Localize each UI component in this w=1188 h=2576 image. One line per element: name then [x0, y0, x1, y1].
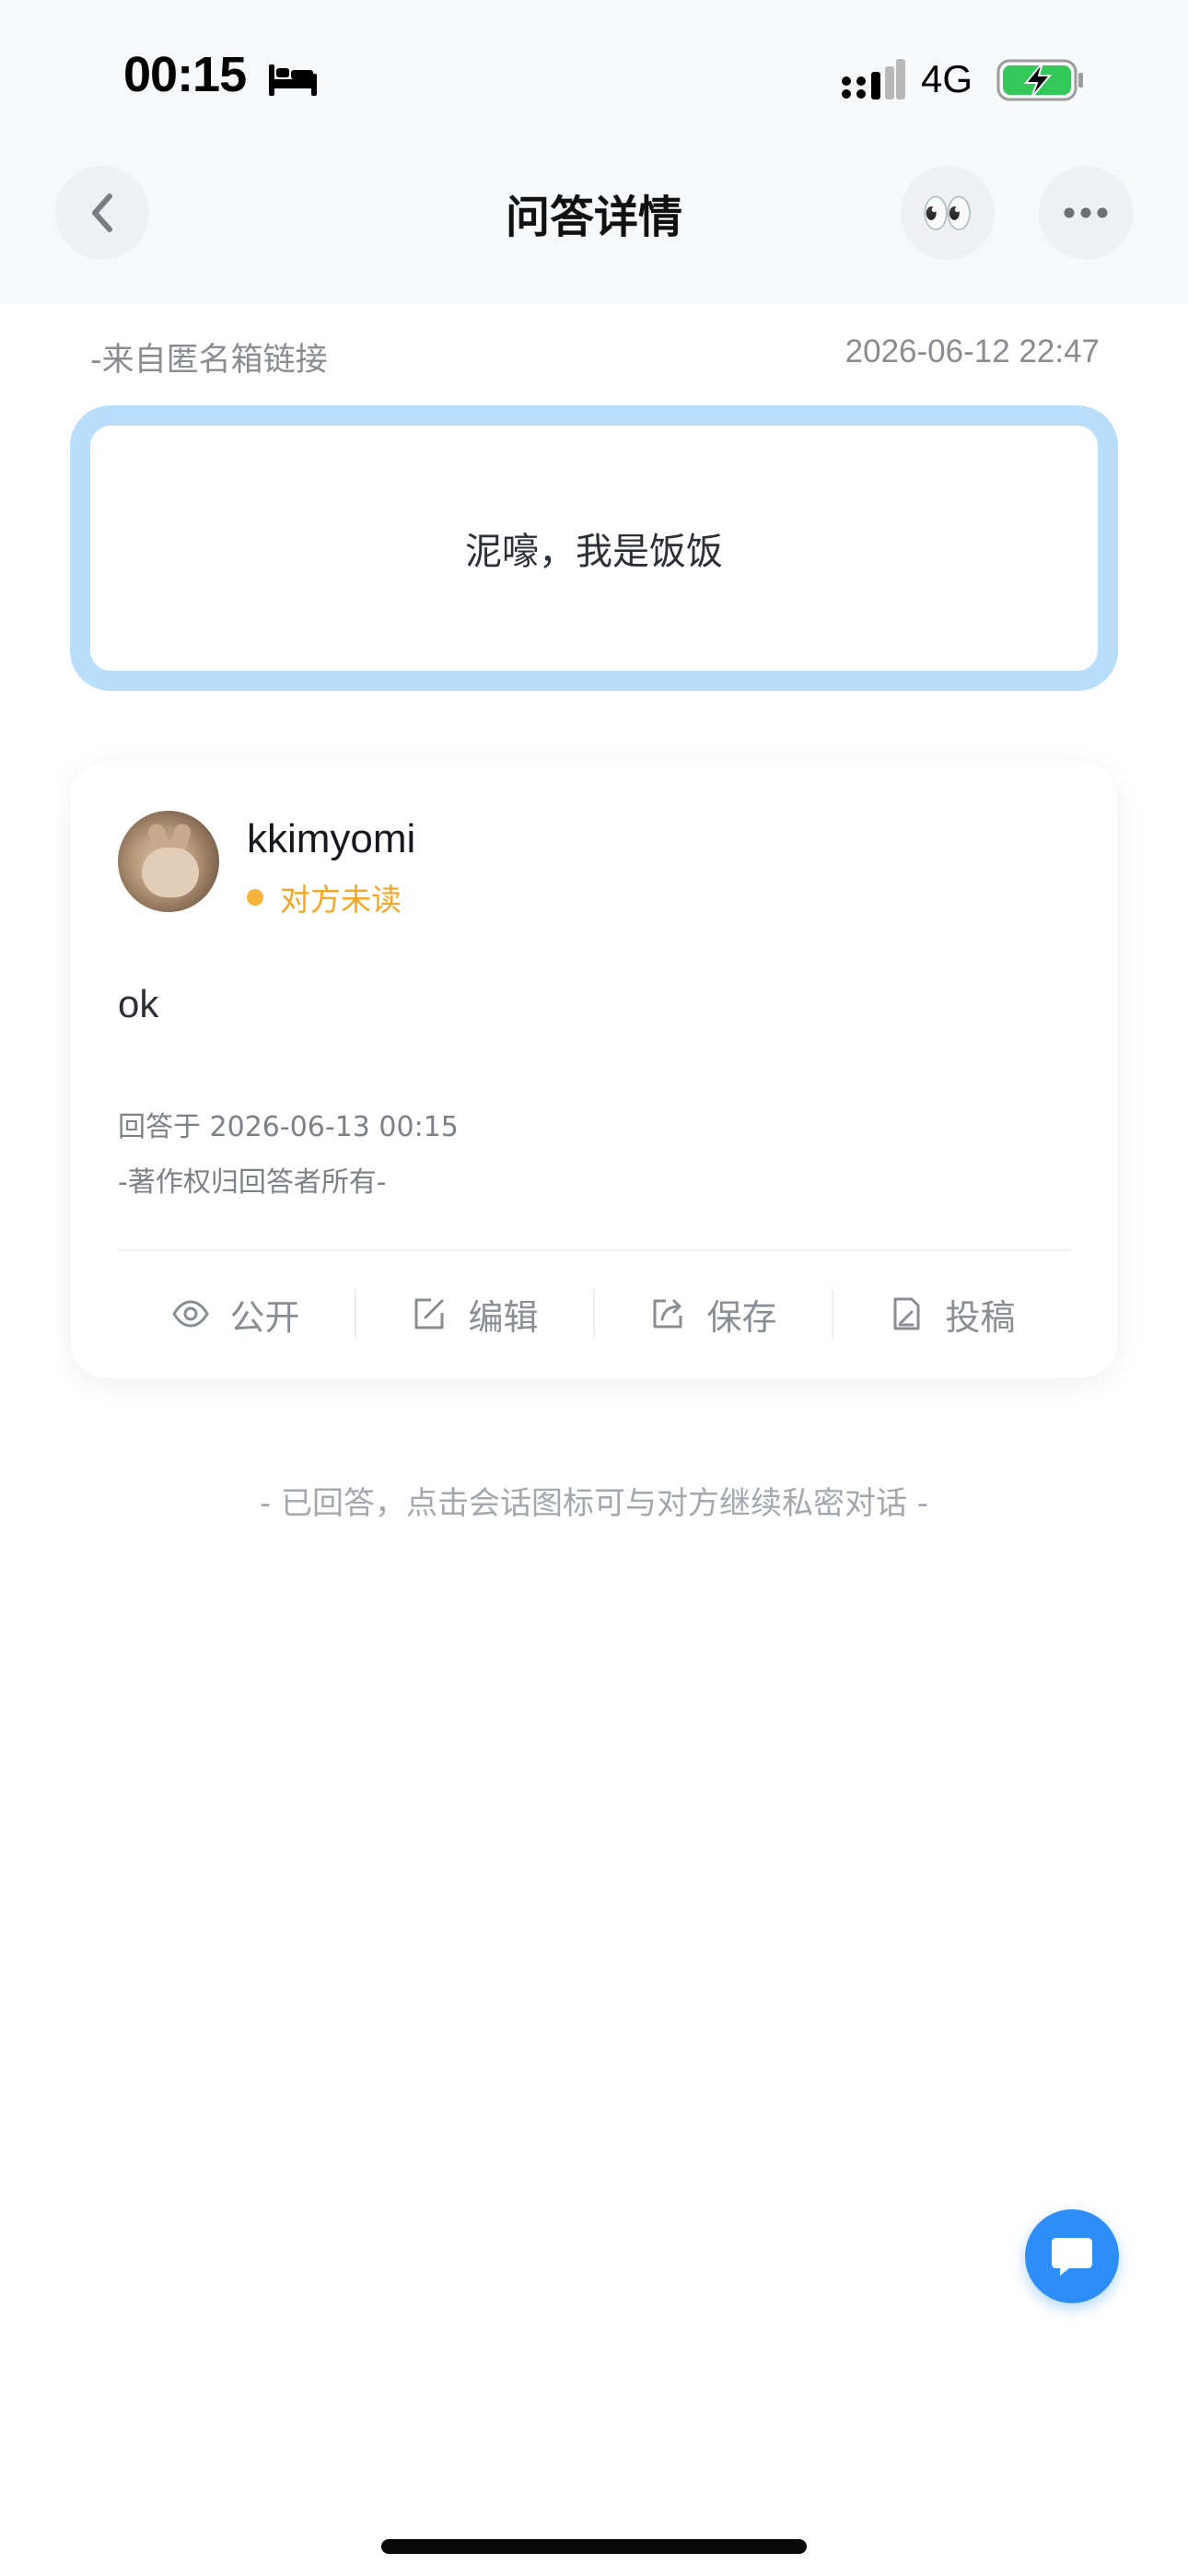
network-label: 4G — [921, 57, 973, 100]
status-time: 00:15 — [123, 47, 247, 102]
battery-charging-icon — [996, 59, 1083, 101]
submit-icon — [893, 1297, 920, 1330]
edit-icon — [414, 1298, 444, 1329]
answered-at: 回答于 2026-06-13 00:15 — [118, 1111, 459, 1143]
copyright-note: -著作权归回答者所有- — [118, 1166, 387, 1199]
edit-button[interactable]: 编辑 — [356, 1289, 593, 1340]
page-title: 问答详情 — [505, 192, 682, 243]
eye-icon — [172, 1300, 210, 1328]
submit-label: 投稿 — [945, 1296, 1016, 1338]
chat-bubble-icon — [1052, 2238, 1092, 2276]
share-icon — [653, 1299, 682, 1329]
save-button[interactable]: 保存 — [595, 1289, 832, 1340]
eyes-emoji-icon: 👀 — [921, 188, 974, 238]
avatar[interactable] — [118, 811, 219, 912]
chat-button[interactable] — [1025, 2209, 1119, 2303]
eyes-button[interactable]: 👀 — [901, 166, 995, 260]
username[interactable]: kkimyomi — [247, 816, 415, 862]
signal-icon — [842, 59, 905, 100]
question-card: 泥嚎，我是饭饭 — [70, 405, 1118, 691]
edit-label: 编辑 — [468, 1296, 539, 1338]
hint-text: - 已回答，点击会话图标可与对方继续私密对话 - — [259, 1485, 929, 1522]
home-indicator[interactable] — [381, 2539, 807, 2554]
public-label: 公开 — [229, 1296, 300, 1338]
status-dot-icon — [247, 889, 263, 906]
public-button[interactable]: 公开 — [118, 1289, 355, 1340]
read-status: 对方未读 — [247, 875, 402, 919]
read-status-label: 对方未读 — [280, 882, 402, 918]
more-dots-icon — [1064, 207, 1108, 218]
save-label: 保存 — [706, 1296, 777, 1338]
page: 00:15 4G 问答详情 👀 -来自匿名箱链接 2026-06-12 22:4… — [0, 0, 1188, 2576]
action-bar: 公开 编辑 保存 投稿 — [118, 1277, 1070, 1351]
question-time: 2026-06-12 22:47 — [844, 334, 1100, 369]
question-source: -来自匿名箱链接 — [90, 342, 328, 379]
bed-icon — [269, 64, 317, 96]
answer-text: ok — [118, 982, 159, 1025]
question-text: 泥嚎，我是饭饭 — [465, 531, 723, 573]
answer-card: kkimyomi 对方未读 ok 回答于 2026-06-13 00:15 -著… — [70, 761, 1118, 1378]
more-button[interactable] — [1039, 166, 1133, 260]
divider — [118, 1249, 1070, 1251]
submit-button[interactable]: 投稿 — [833, 1289, 1070, 1340]
